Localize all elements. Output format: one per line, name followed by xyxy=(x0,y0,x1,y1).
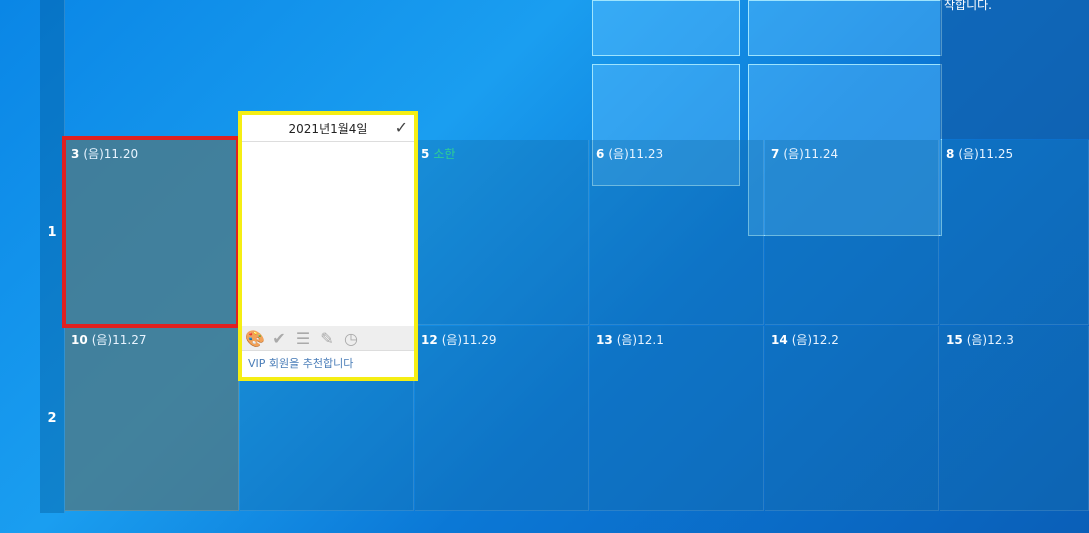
day-number: 15 xyxy=(946,333,963,347)
lunar-date: (음)11.29 xyxy=(441,333,497,347)
day-number: 12 xyxy=(421,333,438,347)
day-number: 14 xyxy=(771,333,788,347)
memo-header: 2021년1월4일 ✓ xyxy=(242,115,414,142)
selected-day-highlight xyxy=(62,136,240,328)
week-number: 1 xyxy=(47,225,57,240)
day-label: 10 (음)11.27 xyxy=(71,331,146,348)
palette-icon[interactable]: 🎨 xyxy=(245,329,265,348)
day-label: 7 (음)11.24 xyxy=(771,145,838,162)
day-number: 6 xyxy=(596,147,605,161)
day-cell[interactable]: 13 (음)12.1 xyxy=(590,326,764,511)
day-cell[interactable]: 12 (음)11.29 xyxy=(415,326,589,511)
day-cell[interactable]: 10 (음)11.27 xyxy=(65,326,239,511)
list-icon[interactable]: ☰ xyxy=(294,329,312,348)
day-number: 7 xyxy=(771,147,780,161)
day-cell[interactable]: 8 (음)11.25 xyxy=(940,140,1089,325)
checkmark-icon[interactable]: ✓ xyxy=(395,118,408,137)
day-label: 13 (음)12.1 xyxy=(596,331,664,348)
memo-popup[interactable]: 2021년1월4일 ✓ 🎨 ✔ ☰ ✎ ◷ VIP 회원을 추천합니다 xyxy=(238,111,418,381)
memo-footer-link[interactable]: VIP 회원을 추천합니다 xyxy=(242,350,414,375)
day-cell[interactable]: 7 (음)11.24 xyxy=(765,140,939,325)
day-label: 12 (음)11.29 xyxy=(421,331,496,348)
day-label: 14 (음)12.2 xyxy=(771,331,839,348)
day-number: 13 xyxy=(596,333,613,347)
day-cell[interactable]: 14 (음)12.2 xyxy=(765,326,939,511)
day-number: 10 xyxy=(71,333,88,347)
day-label: 5 소한 xyxy=(421,145,455,162)
check-circle-icon[interactable]: ✔ xyxy=(270,329,288,348)
day-cell[interactable]: 6 (음)11.23 xyxy=(590,140,764,325)
lunar-date: (음)11.27 xyxy=(91,333,147,347)
lunar-date: (음)11.24 xyxy=(783,147,839,161)
lunar-date: (음)11.23 xyxy=(608,147,664,161)
memo-toolbar: 🎨 ✔ ☰ ✎ ◷ xyxy=(242,326,414,350)
day-number: 5 xyxy=(421,147,430,161)
lunar-date: (음)11.25 xyxy=(958,147,1014,161)
day-cell[interactable]: 5 소한 xyxy=(415,140,589,325)
day-cell[interactable]: 15 (음)12.3 xyxy=(940,326,1089,511)
day-label: 15 (음)12.3 xyxy=(946,331,1014,348)
lunar-date: (음)12.2 xyxy=(791,333,839,347)
holiday-label: 소한 xyxy=(433,147,456,161)
memo-text-area[interactable] xyxy=(242,142,414,326)
clock-icon[interactable]: ◷ xyxy=(342,329,360,348)
lunar-date: (음)12.3 xyxy=(966,333,1014,347)
lunar-date: (음)12.1 xyxy=(616,333,664,347)
day-label: 6 (음)11.23 xyxy=(596,145,663,162)
day-label: 8 (음)11.25 xyxy=(946,145,1013,162)
edit-icon[interactable]: ✎ xyxy=(318,329,336,348)
week-number: 2 xyxy=(47,411,57,426)
day-number: 8 xyxy=(946,147,955,161)
memo-date: 2021년1월4일 xyxy=(288,121,368,136)
